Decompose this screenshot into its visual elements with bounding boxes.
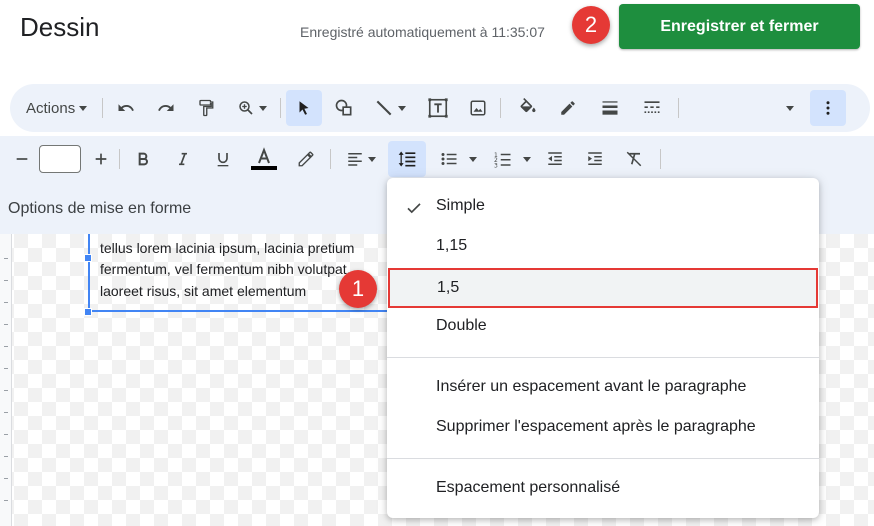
undo-icon[interactable] [114, 96, 138, 120]
decrease-font-icon[interactable] [10, 147, 34, 171]
menu-item-add-space-before[interactable]: Insérer un espacement avant le paragraph… [387, 368, 819, 408]
menu-item-label: Double [436, 317, 487, 334]
increase-font-icon[interactable] [89, 147, 113, 171]
italic-icon[interactable] [171, 147, 195, 171]
menu-item-label: 1,15 [436, 237, 468, 254]
main-toolbar: Actions [10, 84, 870, 132]
menu-divider [387, 357, 819, 358]
format-options-button[interactable]: Options de mise en forme [8, 200, 191, 218]
chevron-down-icon[interactable] [776, 96, 800, 120]
chevron-down-icon [368, 156, 376, 162]
menu-item-label: Insérer un espacement avant le paragraph… [436, 378, 747, 395]
select-icon[interactable] [286, 90, 322, 126]
text-format-toolbar: 123 [0, 136, 874, 182]
line-icon[interactable] [370, 96, 410, 120]
increase-indent-icon[interactable] [583, 147, 607, 171]
resize-handle[interactable] [84, 308, 92, 316]
toolbar-divider [678, 98, 679, 118]
toolbar-divider [102, 98, 103, 118]
image-icon[interactable] [466, 96, 490, 120]
line-spacing-menu: Simple 1,15 Double Insérer un espacement… [387, 178, 819, 518]
border-dash-icon[interactable] [640, 96, 664, 120]
vertical-ruler [0, 234, 12, 526]
menu-item-custom-spacing[interactable]: Espacement personnalisé [387, 469, 819, 509]
decrease-indent-icon[interactable] [543, 147, 567, 171]
actions-label: Actions [26, 99, 76, 117]
menu-item-label: Simple [436, 197, 485, 214]
dialog-title: Dessin [20, 12, 100, 42]
shape-icon[interactable] [332, 96, 356, 120]
bulleted-list-icon[interactable] [436, 147, 480, 171]
resize-handle[interactable] [84, 254, 92, 262]
zoom-icon[interactable] [232, 96, 272, 120]
menu-item-label: 1,5 [437, 279, 460, 296]
clear-formatting-icon[interactable] [622, 147, 646, 171]
border-color-icon[interactable] [556, 96, 580, 120]
align-icon[interactable] [340, 147, 382, 171]
menu-divider [387, 458, 819, 459]
text-line: laoreet risus, sit amet elementum [100, 283, 307, 299]
svg-text:3: 3 [494, 162, 498, 168]
paint-format-icon[interactable] [194, 96, 218, 120]
text-color-icon[interactable] [250, 144, 278, 174]
drawing-dialog: Dessin Enregistré automatiquement à 11:3… [0, 0, 874, 526]
toolbar-divider [119, 149, 120, 169]
line-spacing-icon[interactable] [388, 141, 426, 177]
text-line: fermentum, vel fermentum nibh volutpat. [100, 261, 351, 277]
menu-item-label: Espacement personnalisé [436, 479, 621, 496]
callout-badge-1: 1 [339, 270, 377, 308]
chevron-down-icon [259, 105, 267, 111]
font-size-input[interactable] [39, 145, 81, 173]
fill-color-icon[interactable] [516, 96, 540, 120]
toolbar-divider [500, 98, 501, 118]
underline-icon[interactable] [211, 147, 235, 171]
menu-item-1-15[interactable]: 1,15 [387, 227, 819, 267]
menu-item-1-5[interactable]: 1,5 [388, 268, 818, 308]
redo-icon[interactable] [154, 96, 178, 120]
border-weight-icon[interactable] [598, 96, 622, 120]
menu-item-double[interactable]: Double [387, 307, 819, 347]
toolbar-divider [330, 149, 331, 169]
more-icon[interactable] [810, 90, 846, 126]
textbox-icon[interactable] [426, 96, 450, 120]
check-icon [405, 199, 423, 222]
toolbar-divider [660, 149, 661, 169]
autosave-status: Enregistré automatiquement à 11:35:07 [300, 24, 545, 40]
chevron-down-icon [79, 105, 88, 111]
chevron-down-icon [523, 156, 531, 162]
text-line: tellus lorem lacinia ipsum, lacinia pret… [100, 240, 355, 256]
menu-item-label: Supprimer l'espacement après le paragrap… [436, 418, 756, 435]
callout-badge-2: 2 [572, 6, 610, 44]
bold-icon[interactable] [131, 147, 155, 171]
highlight-icon[interactable] [294, 147, 318, 171]
menu-item-simple[interactable]: Simple [387, 187, 819, 227]
numbered-list-icon[interactable]: 123 [490, 147, 534, 171]
toolbar-divider [280, 98, 281, 118]
chevron-down-icon [398, 105, 406, 111]
menu-item-remove-space-after[interactable]: Supprimer l'espacement après le paragrap… [387, 408, 819, 448]
chevron-down-icon [469, 156, 477, 162]
save-and-close-button[interactable]: Enregistrer et fermer [619, 4, 860, 49]
actions-menu[interactable]: Actions [26, 96, 88, 120]
